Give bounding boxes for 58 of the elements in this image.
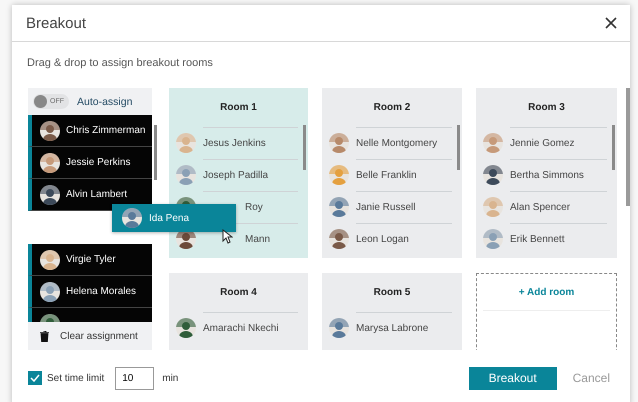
- avatar: [176, 318, 196, 338]
- room-title: Room 4: [219, 286, 258, 300]
- add-room-button[interactable]: + Add room: [476, 273, 617, 350]
- room-title: Room 3: [527, 101, 566, 115]
- avatar: [483, 229, 503, 249]
- participant-item[interactable]: Jessie Perkins: [28, 147, 152, 179]
- avatar: [122, 208, 142, 228]
- member-name: Belle Franklin: [356, 170, 417, 181]
- room-title: Room 1: [219, 101, 258, 115]
- time-limit-label: Set time limit: [47, 372, 104, 384]
- breakout-button[interactable]: Breakout: [468, 366, 557, 390]
- member-name: Joseph Padilla: [203, 170, 268, 181]
- member-name: Bertha Simmons: [510, 170, 584, 181]
- room-card[interactable]: Room 3 Jennie Gomez Bertha Simmons Alan Spencer Erik Bennett: [476, 88, 617, 258]
- member-name: Marysa Labrone: [356, 323, 428, 334]
- member-name: Leon Logan: [356, 234, 409, 245]
- avatar: [483, 165, 503, 185]
- room-title: Room 5: [372, 286, 412, 300]
- member-name: Mann: [245, 234, 270, 245]
- clear-assignment-button[interactable]: Clear assignment: [28, 322, 152, 350]
- participant-item[interactable]: Virgie Tyler: [28, 244, 152, 276]
- cursor-icon: [222, 229, 233, 244]
- instruction-text: Drag & drop to assign breakout rooms: [26, 56, 214, 71]
- avatar: [483, 197, 503, 217]
- avatar: [329, 197, 349, 217]
- member-name: Janie Russell: [356, 202, 416, 213]
- room-card[interactable]: Room 2 Nelle Montgomery Belle Franklin Janie Russell Leon Logan: [322, 88, 462, 258]
- avatar: [483, 133, 503, 153]
- member-name: Erik Bennett: [510, 234, 564, 245]
- auto-assign-label: Auto-assign: [77, 96, 132, 108]
- room-card[interactable]: Room 4 Amarachi Nkechi: [169, 273, 308, 350]
- avatar: [40, 120, 60, 140]
- avatar: [329, 165, 349, 185]
- avatar: [40, 152, 60, 172]
- unit-label: min: [162, 372, 178, 384]
- member-name: Jesus Jenkins: [203, 138, 266, 149]
- time-limit-field[interactable]: 10: [115, 366, 154, 390]
- member-name: Roy: [245, 202, 263, 213]
- member-name: Nelle Montgomery: [356, 138, 438, 149]
- trash-icon: [40, 330, 49, 342]
- member-name: Amarachi Nkechi: [203, 323, 279, 334]
- avatar: [329, 133, 349, 153]
- avatar: [40, 184, 60, 204]
- dialog-title: Breakout: [26, 14, 86, 32]
- avatar: [176, 165, 196, 185]
- avatar: [176, 133, 196, 153]
- member-name: Jennie Gomez: [510, 138, 574, 149]
- participant-item[interactable]: Helena Morales: [28, 276, 152, 308]
- participant-item[interactable]: Chris Zimmerman: [28, 115, 152, 147]
- room-card[interactable]: Room 5 Marysa Labrone: [322, 273, 462, 350]
- room-title: Room 2: [372, 101, 412, 115]
- avatar: [40, 282, 60, 302]
- avatar: [329, 229, 349, 249]
- avatar: [40, 250, 60, 270]
- time-limit-checkbox[interactable]: [28, 371, 42, 385]
- avatar: [329, 318, 349, 338]
- member-name: Alan Spencer: [510, 202, 570, 213]
- dragged-participant[interactable]: Ida Pena: [112, 204, 236, 232]
